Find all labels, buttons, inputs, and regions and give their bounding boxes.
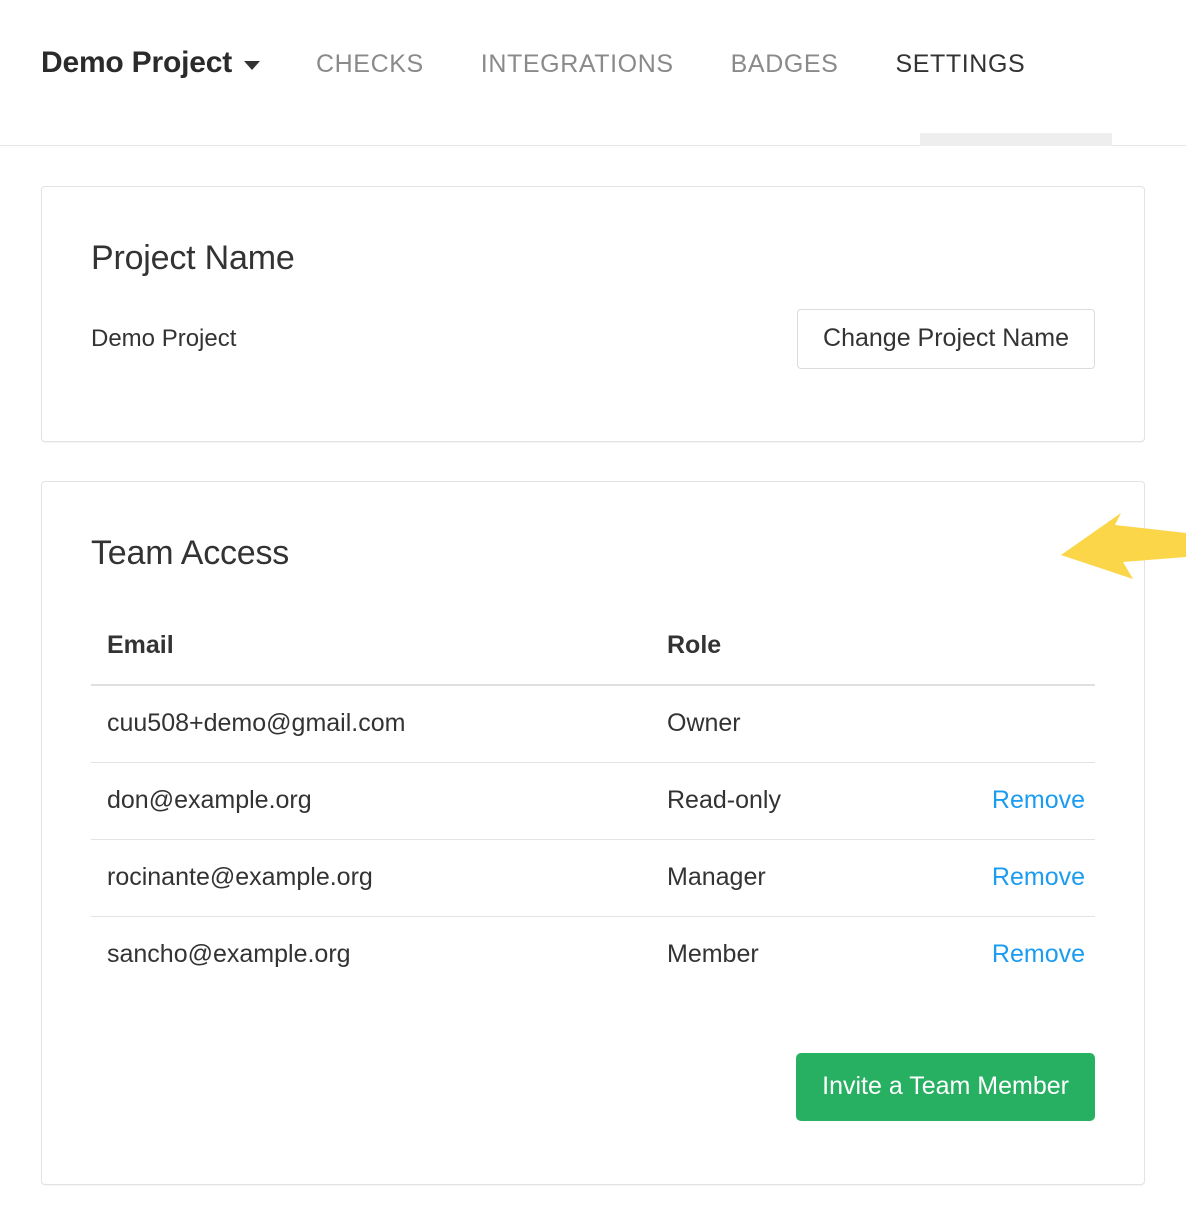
member-email: don@example.org xyxy=(91,763,651,840)
member-role: Owner xyxy=(651,685,967,763)
team-members-table: Email Role cuu508+demo@gmail.com Owner d… xyxy=(91,631,1095,993)
member-action-cell: Remove xyxy=(967,840,1095,917)
member-role: Member xyxy=(651,917,967,994)
project-name-value: Demo Project xyxy=(91,325,236,353)
invite-team-member-button[interactable]: Invite a Team Member xyxy=(796,1053,1095,1121)
team-access-card: Team Access Email Role cuu508+demo@gmail… xyxy=(41,481,1145,1185)
chevron-down-icon xyxy=(244,61,260,70)
table-row: cuu508+demo@gmail.com Owner xyxy=(91,685,1095,763)
nav-inner: Demo Project CHECKS INTEGRATIONS BADGES … xyxy=(0,0,1025,80)
remove-member-link[interactable]: Remove xyxy=(992,786,1085,814)
table-row: don@example.org Read-only Remove xyxy=(91,763,1095,840)
member-action-cell: Remove xyxy=(967,763,1095,840)
tab-checks[interactable]: CHECKS xyxy=(316,50,424,79)
member-email: sancho@example.org xyxy=(91,917,651,994)
column-header-role: Role xyxy=(651,631,967,685)
column-header-email: Email xyxy=(91,631,651,685)
change-project-name-button[interactable]: Change Project Name xyxy=(797,309,1095,369)
team-table-body: cuu508+demo@gmail.com Owner don@example.… xyxy=(91,685,1095,993)
invite-row: Invite a Team Member xyxy=(91,1053,1095,1121)
tab-settings[interactable]: SETTINGS xyxy=(895,50,1025,79)
remove-member-link[interactable]: Remove xyxy=(992,863,1085,891)
team-table-header: Email Role xyxy=(91,631,1095,685)
project-name-card: Project Name Demo Project Change Project… xyxy=(41,186,1145,442)
active-tab-indicator xyxy=(920,133,1112,146)
project-name-row: Demo Project Change Project Name xyxy=(91,309,1095,369)
table-row: sancho@example.org Member Remove xyxy=(91,917,1095,994)
column-header-actions xyxy=(967,631,1095,685)
member-email: cuu508+demo@gmail.com xyxy=(91,685,651,763)
project-name-card-title: Project Name xyxy=(91,187,1095,278)
member-action-cell: Remove xyxy=(967,917,1095,994)
tab-badges[interactable]: BADGES xyxy=(731,50,839,79)
page-content: Project Name Demo Project Change Project… xyxy=(0,186,1186,1185)
project-switcher-label: Demo Project xyxy=(41,46,232,80)
member-email: rocinante@example.org xyxy=(91,840,651,917)
top-navigation-bar: Demo Project CHECKS INTEGRATIONS BADGES … xyxy=(0,0,1186,146)
project-switcher[interactable]: Demo Project xyxy=(41,46,260,80)
table-row: rocinante@example.org Manager Remove xyxy=(91,840,1095,917)
team-access-card-title: Team Access xyxy=(91,482,1095,573)
main-tabs: CHECKS INTEGRATIONS BADGES SETTINGS xyxy=(316,50,1025,79)
remove-member-link[interactable]: Remove xyxy=(992,940,1085,968)
table-header-row: Email Role xyxy=(91,631,1095,685)
member-action-cell xyxy=(967,685,1095,763)
member-role: Read-only xyxy=(651,763,967,840)
tab-integrations[interactable]: INTEGRATIONS xyxy=(481,50,674,79)
member-role: Manager xyxy=(651,840,967,917)
